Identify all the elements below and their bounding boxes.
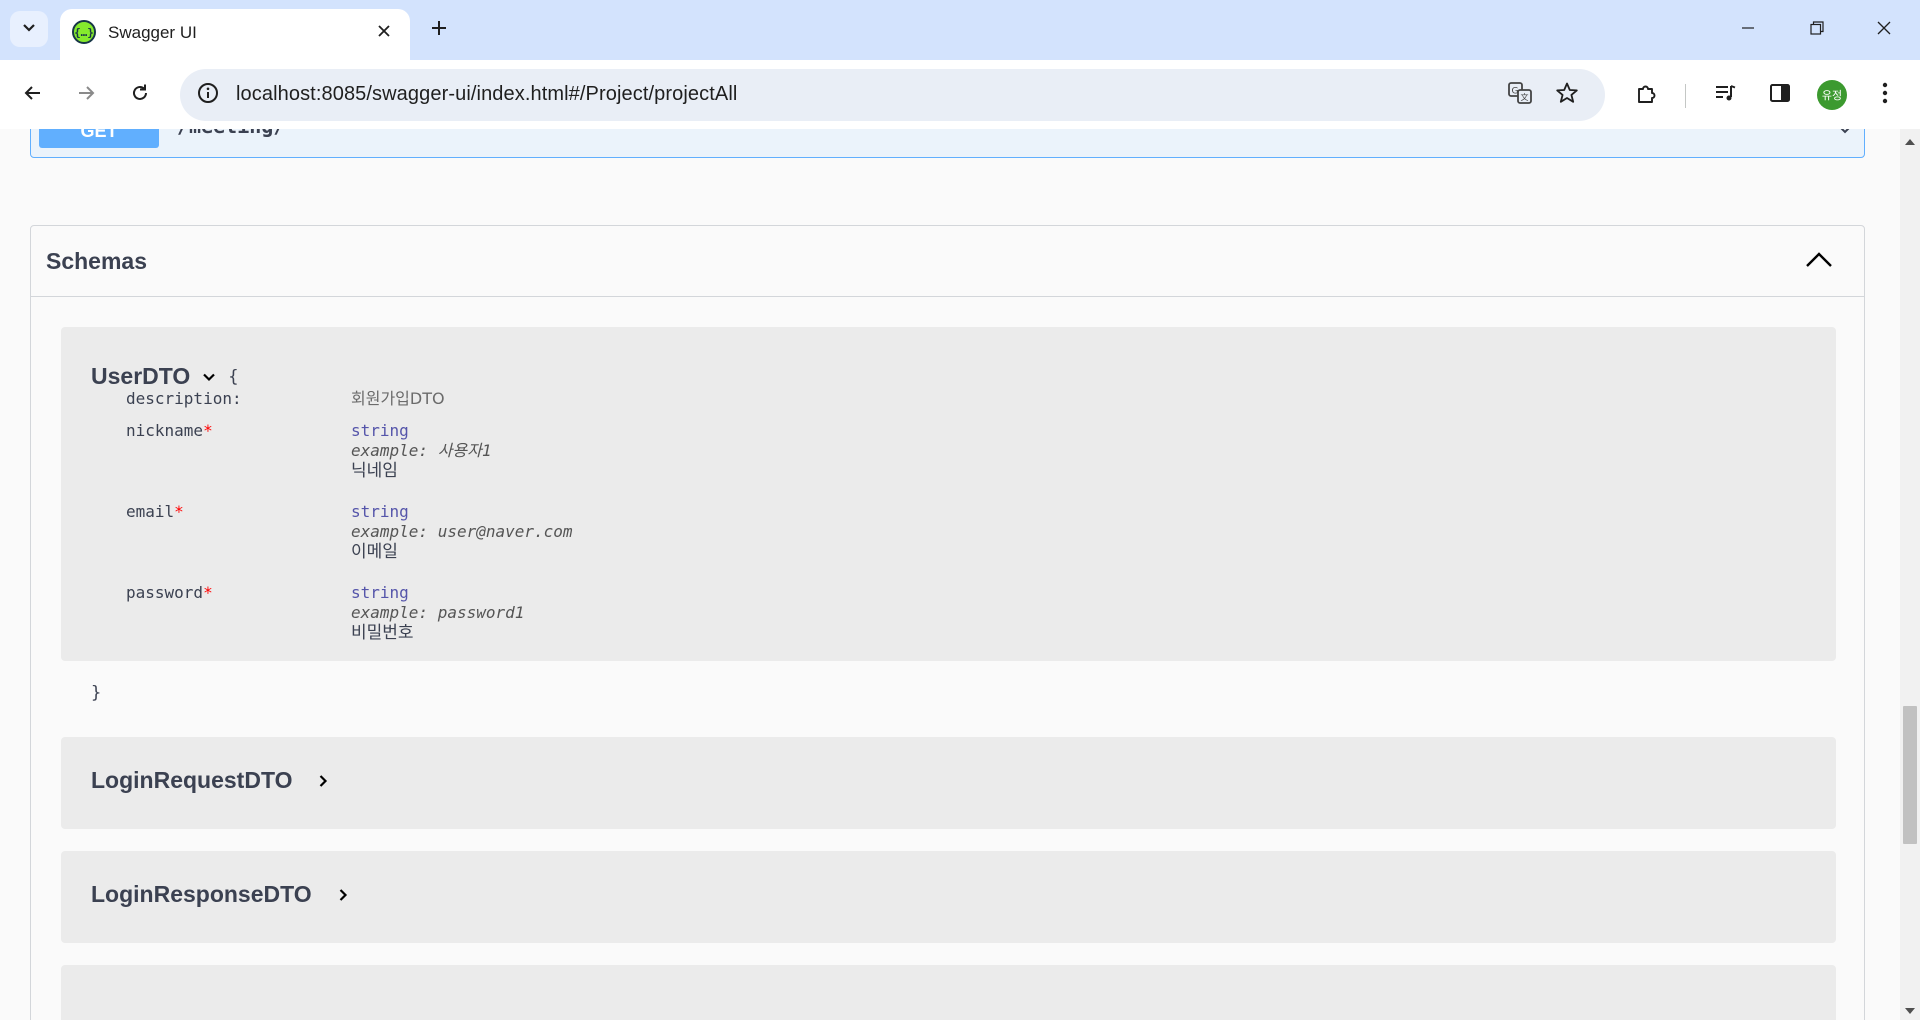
reload-icon bbox=[130, 83, 150, 108]
chevron-right-icon[interactable] bbox=[312, 770, 334, 792]
property-example: example: password1 bbox=[351, 603, 525, 622]
required-star: * bbox=[203, 583, 213, 602]
property-type: string bbox=[351, 421, 409, 440]
close-window-button[interactable] bbox=[1864, 10, 1904, 50]
star-icon bbox=[1555, 81, 1579, 110]
chevron-up-icon bbox=[1804, 251, 1834, 274]
svg-text:G: G bbox=[1512, 86, 1519, 96]
new-tab-button[interactable] bbox=[424, 15, 454, 45]
property-name-password: password* bbox=[126, 583, 213, 602]
model-loginrequestdto[interactable]: LoginRequestDTO bbox=[61, 737, 1836, 829]
property-name-nickname: nickname* bbox=[126, 421, 213, 440]
model-name[interactable]: LoginRequestDTO bbox=[91, 767, 292, 794]
address-bar[interactable]: localhost:8085/swagger-ui/index.html#/Pr… bbox=[180, 69, 1605, 121]
chevron-down-icon bbox=[21, 19, 37, 40]
media-control-button[interactable] bbox=[1705, 75, 1745, 115]
minimize-icon bbox=[1740, 20, 1756, 41]
restore-icon bbox=[1809, 20, 1825, 41]
model-title-row[interactable]: LoginResponseDTO bbox=[91, 881, 354, 908]
open-brace: { bbox=[228, 366, 239, 387]
forward-button[interactable] bbox=[66, 75, 106, 115]
operation-block-get-meeting[interactable]: GET /meeting/ bbox=[30, 129, 1865, 158]
chevron-down-icon[interactable] bbox=[1838, 129, 1852, 141]
schemas-section: Schemas UserDTO { description: 회원가입DTO n… bbox=[30, 225, 1865, 1020]
browser-toolbar: localhost:8085/swagger-ui/index.html#/Pr… bbox=[0, 60, 1920, 129]
close-icon bbox=[377, 24, 391, 43]
scrollbar-thumb[interactable] bbox=[1903, 706, 1917, 844]
http-method-badge: GET bbox=[39, 129, 159, 148]
extensions-button[interactable] bbox=[1627, 75, 1667, 115]
schemas-title: Schemas bbox=[46, 248, 148, 274]
active-tab[interactable]: {…} Swagger UI bbox=[60, 9, 410, 60]
schemas-header[interactable]: Schemas bbox=[31, 226, 1864, 297]
schemas-collapse-button[interactable] bbox=[1802, 248, 1836, 276]
model-title-row[interactable]: UserDTO { bbox=[91, 363, 239, 390]
property-name-text: email bbox=[126, 502, 175, 521]
restore-button[interactable] bbox=[1797, 10, 1837, 50]
bookmark-button[interactable] bbox=[1552, 80, 1582, 110]
close-icon bbox=[1876, 20, 1892, 41]
model-name[interactable]: UserDTO bbox=[91, 363, 190, 390]
model-next-partial[interactable] bbox=[61, 965, 1836, 1020]
property-name-text: nickname bbox=[126, 421, 204, 440]
property-name-email: email* bbox=[126, 502, 184, 521]
scroll-up-arrow-icon[interactable] bbox=[1905, 139, 1915, 145]
required-star: * bbox=[203, 421, 213, 440]
side-panel-icon bbox=[1769, 82, 1791, 109]
svg-text:文: 文 bbox=[1521, 92, 1529, 102]
chevron-right-icon[interactable] bbox=[332, 884, 354, 906]
property-description: 비밀번호 bbox=[351, 623, 414, 643]
arrow-left-icon bbox=[23, 83, 43, 108]
scroll-down-arrow-icon[interactable] bbox=[1905, 1008, 1915, 1014]
property-type: string bbox=[351, 502, 409, 521]
side-panel-button[interactable] bbox=[1760, 75, 1800, 115]
property-description: 닉네임 bbox=[351, 461, 398, 481]
site-info-button[interactable] bbox=[194, 81, 222, 109]
property-value-email: string example: user@naver.com 이메일 bbox=[351, 502, 573, 562]
reload-button[interactable] bbox=[120, 75, 160, 115]
model-userdto: UserDTO { description: 회원가입DTO nickname*… bbox=[61, 327, 1836, 703]
plus-icon bbox=[430, 19, 448, 42]
page-viewport: GET /meeting/ Schemas UserDTO { desc bbox=[0, 129, 1900, 1020]
media-queue-icon bbox=[1713, 81, 1737, 110]
swagger-favicon-icon: {…} bbox=[72, 20, 96, 44]
property-description: 이메일 bbox=[351, 542, 398, 562]
property-name-text: password bbox=[126, 583, 204, 602]
browser-menu-button[interactable] bbox=[1865, 75, 1905, 115]
info-icon bbox=[197, 82, 219, 109]
operation-path: /meeting/ bbox=[177, 129, 285, 138]
profile-avatar[interactable]: 유정 bbox=[1817, 80, 1847, 110]
translate-button[interactable]: G文 bbox=[1505, 80, 1535, 110]
tab-title: Swagger UI bbox=[108, 23, 197, 42]
close-brace: } bbox=[91, 683, 102, 703]
translate-icon: G文 bbox=[1507, 80, 1533, 111]
description-value: 회원가입DTO bbox=[351, 389, 445, 408]
chevron-down-icon[interactable] bbox=[198, 366, 220, 388]
property-type: string bbox=[351, 583, 409, 602]
property-example: example: 사용자1 bbox=[351, 441, 492, 460]
tab-search-button[interactable] bbox=[10, 11, 48, 47]
required-star: * bbox=[174, 502, 184, 521]
property-example: example: user@naver.com bbox=[351, 522, 573, 541]
minimize-button[interactable] bbox=[1728, 10, 1768, 50]
back-button[interactable] bbox=[13, 75, 53, 115]
property-value-nickname: string example: 사용자1 닉네임 bbox=[351, 421, 492, 481]
tab-strip: {…} Swagger UI bbox=[0, 0, 1920, 60]
model-name[interactable]: LoginResponseDTO bbox=[91, 881, 312, 908]
kebab-menu-icon bbox=[1882, 82, 1888, 109]
tab-close-button[interactable] bbox=[370, 19, 398, 47]
arrow-right-icon bbox=[76, 83, 96, 108]
model-loginresponsedto[interactable]: LoginResponseDTO bbox=[61, 851, 1836, 943]
property-value-password: string example: password1 비밀번호 bbox=[351, 583, 524, 643]
model-title-row[interactable]: LoginRequestDTO bbox=[91, 767, 334, 794]
description-label: description: bbox=[126, 389, 242, 408]
puzzle-icon bbox=[1635, 81, 1659, 110]
page-scrollbar[interactable] bbox=[1900, 129, 1920, 1020]
toolbar-separator bbox=[1685, 84, 1686, 108]
url-text[interactable]: localhost:8085/swagger-ui/index.html#/Pr… bbox=[236, 83, 737, 106]
